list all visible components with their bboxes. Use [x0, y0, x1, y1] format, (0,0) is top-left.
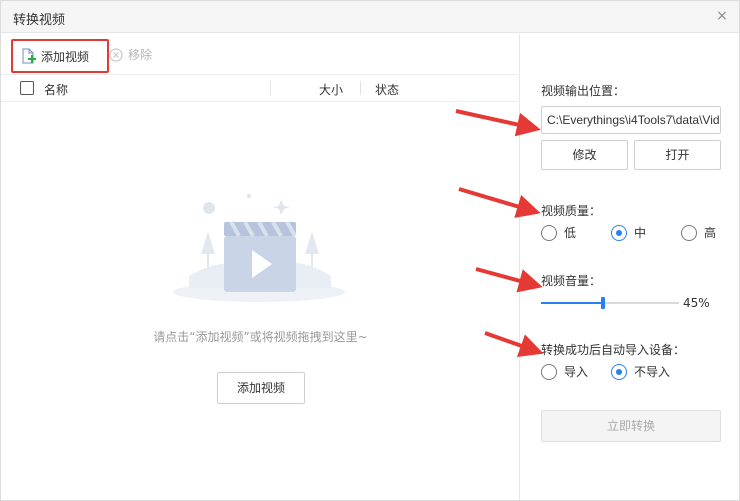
radio-dot — [541, 224, 557, 241]
radio-dot — [541, 363, 557, 380]
radio-dot — [611, 363, 627, 380]
video-clapper-icon — [173, 194, 345, 302]
add-video-button[interactable]: 添加视频 — [11, 39, 109, 73]
convert-video-dialog: 转换视频 × 添加视频 移除 名称 大小 状态 请点击“添加视频”或将视频拖拽到… — [0, 0, 740, 501]
table-header: 名称 大小 状态 — [1, 74, 520, 102]
remove-label: 移除 — [128, 48, 153, 62]
add-video-button-center[interactable]: 添加视频 — [217, 372, 305, 404]
import-label: 导入 — [564, 365, 589, 379]
quality-low-radio[interactable]: 低 — [541, 224, 576, 241]
radio-dot — [611, 224, 627, 241]
add-video-label: 添加视频 — [41, 49, 90, 64]
quality-medium-radio[interactable]: 中 — [611, 224, 646, 241]
convert-now-button[interactable]: 立即转换 — [541, 410, 721, 442]
column-divider — [360, 81, 361, 95]
auto-import-label: 转换成功后自动导入设备： — [541, 343, 686, 357]
column-size[interactable]: 大小 — [319, 81, 343, 98]
remove-circle-icon — [109, 47, 123, 62]
title-bar: 转换视频 × — [1, 1, 739, 33]
add-file-icon — [22, 48, 36, 64]
toolbar: 添加视频 移除 — [1, 34, 520, 74]
volume-value: 45% — [683, 296, 710, 310]
quality-low-label: 低 — [564, 226, 577, 240]
remove-button[interactable]: 移除 — [109, 46, 152, 63]
volume-fill — [541, 302, 604, 304]
window-title: 转换视频 — [13, 13, 66, 28]
column-status[interactable]: 状态 — [375, 81, 399, 98]
quality-label: 视频质量： — [541, 204, 602, 218]
empty-hint: 请点击“添加视频”或将视频拖拽到这里~ — [153, 330, 368, 344]
quality-medium-label: 中 — [634, 226, 647, 240]
output-path-field[interactable]: C:\Everythings\i4Tools7\data\Video — [541, 106, 721, 134]
volume-thumb[interactable] — [601, 297, 606, 309]
radio-dot — [681, 224, 697, 241]
column-divider — [270, 81, 271, 95]
output-location-label: 视频输出位置： — [541, 84, 626, 98]
quality-high-radio[interactable]: 高 — [681, 224, 716, 241]
open-button[interactable]: 打开 — [634, 140, 721, 170]
no-import-label: 不导入 — [634, 365, 671, 379]
volume-slider[interactable] — [541, 296, 679, 310]
no-import-radio[interactable]: 不导入 — [611, 363, 670, 380]
quality-high-label: 高 — [704, 226, 717, 240]
video-list-pane: 添加视频 移除 名称 大小 状态 请点击“添加视频”或将视频拖拽到这里~ 添加视… — [1, 34, 520, 500]
settings-pane: 视频输出位置： C:\Everythings\i4Tools7\data\Vid… — [521, 34, 739, 500]
import-radio[interactable]: 导入 — [541, 363, 588, 380]
volume-label: 视频音量： — [541, 274, 602, 288]
modify-button[interactable]: 修改 — [541, 140, 628, 170]
column-name[interactable]: 名称 — [44, 81, 68, 98]
close-icon[interactable]: × — [713, 7, 731, 25]
select-all-checkbox[interactable] — [20, 81, 34, 95]
